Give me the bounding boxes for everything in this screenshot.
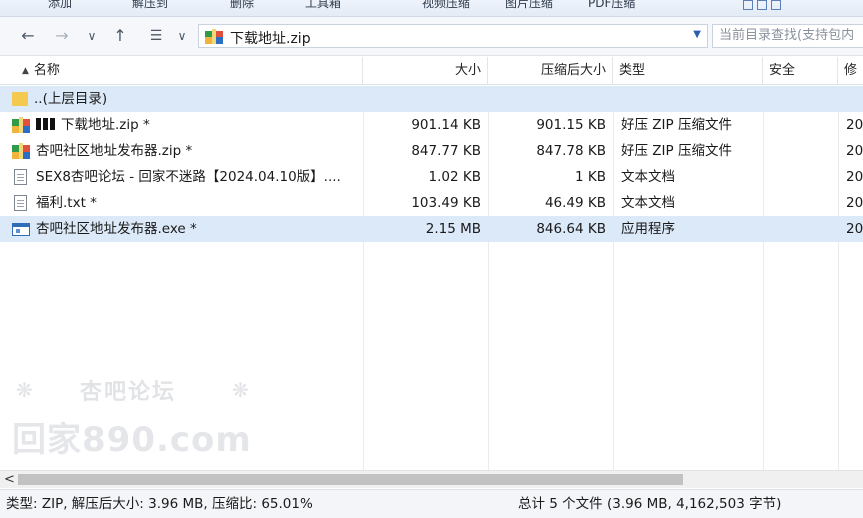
- file-size: 847.77 KB: [411, 143, 481, 159]
- redacted-text-blocks: [36, 112, 57, 138]
- main-toolbar: 添加 解压到 删除 工具箱 视频压缩 图片压缩 PDF压缩: [0, 0, 863, 17]
- sort-up-icon: ▲: [22, 66, 29, 76]
- search-input[interactable]: [719, 28, 863, 43]
- file-packed-size: 901.15 KB: [536, 117, 606, 133]
- column-packed-size[interactable]: 压缩后大小: [488, 57, 613, 85]
- path-dropdown-icon[interactable]: ▼: [693, 29, 701, 40]
- file-packed-size: 847.78 KB: [536, 143, 606, 159]
- file-name: 福利.txt *: [36, 195, 97, 211]
- file-name: 杏吧社区地址发布器.exe *: [36, 221, 197, 237]
- file-name-cell: 下载地址.zip *: [30, 112, 360, 138]
- text-file-icon: [14, 169, 27, 185]
- file-type: 好压 ZIP 压缩文件: [621, 117, 732, 133]
- horizontal-scrollbar[interactable]: <: [0, 470, 863, 488]
- file-packed-size: 46.49 KB: [544, 195, 606, 211]
- search-box[interactable]: [712, 24, 863, 48]
- file-row[interactable]: 杏吧社区地址发布器.zip * 847.77 KB 847.78 KB 好压 Z…: [0, 138, 863, 164]
- archive-info-text: 类型: ZIP, 解压后大小: 3.96 MB, 压缩比: 65.01%: [6, 496, 313, 512]
- view-mode-dropdown-icon[interactable]: ∨: [172, 26, 192, 46]
- file-name: 下载地址.zip *: [61, 117, 150, 133]
- toolbar-toolbox-button[interactable]: 工具箱: [305, 0, 341, 11]
- toolbar-image-compress-button[interactable]: 图片压缩: [505, 0, 553, 11]
- file-modified: 20: [846, 195, 863, 211]
- watermark: ❋ 杏吧论坛 ❋ 回家890.com: [10, 372, 280, 460]
- address-bar: ← → ∨ ↑ ☰ ∨ 下载地址.zip ▼: [0, 17, 863, 56]
- view-mode-icon[interactable]: ☰: [144, 26, 168, 46]
- column-name-label: 名称: [33, 63, 60, 78]
- file-name: 杏吧社区地址发布器.zip *: [36, 143, 193, 159]
- text-file-icon: [14, 195, 27, 211]
- file-packed-size: 1 KB: [575, 169, 606, 185]
- up-arrow-icon[interactable]: ↑: [110, 26, 130, 46]
- zip-archive-icon: [12, 117, 30, 133]
- file-name: ..(上层目录): [34, 91, 108, 107]
- file-modified: 20: [846, 169, 863, 185]
- column-size[interactable]: 大小: [363, 57, 488, 85]
- history-dropdown-icon[interactable]: ∨: [82, 26, 102, 46]
- toolbar-pdf-compress-button[interactable]: PDF压缩: [588, 0, 635, 11]
- file-type: 好压 ZIP 压缩文件: [621, 143, 732, 159]
- column-header: ▲ 名称 大小 压缩后大小 类型 安全 修: [0, 57, 863, 85]
- file-packed-size: 846.64 KB: [536, 221, 606, 237]
- column-security[interactable]: 安全: [763, 57, 838, 85]
- toolbar-add-button[interactable]: 添加: [48, 0, 72, 11]
- watermark-ornament-icon: ❋: [232, 378, 249, 402]
- scroll-left-arrow-icon[interactable]: <: [4, 472, 15, 487]
- file-name: SEX8杏吧论坛 - 回家不迷路【2024.04.10版】....: [36, 169, 341, 185]
- path-field[interactable]: 下载地址.zip ▼: [198, 24, 708, 48]
- toolbar-video-compress-button[interactable]: 视频压缩: [422, 0, 470, 11]
- forward-arrow-icon[interactable]: →: [52, 26, 72, 46]
- file-row[interactable]: SEX8杏吧论坛 - 回家不迷路【2024.04.10版】.... 1.02 K…: [0, 164, 863, 190]
- toolbar-delete-button[interactable]: 删除: [230, 0, 254, 11]
- parent-directory-row[interactable]: ..(上层目录): [0, 86, 863, 112]
- file-modified: 20: [846, 117, 863, 133]
- archive-manager-window: 添加 解压到 删除 工具箱 视频压缩 图片压缩 PDF压缩 ← → ∨ ↑ ☰ …: [0, 0, 863, 518]
- file-row[interactable]: 福利.txt * 103.49 KB 46.49 KB 文本文档 20: [0, 190, 863, 216]
- file-size: 2.15 MB: [425, 221, 481, 237]
- file-size: 103.49 KB: [411, 195, 481, 211]
- file-row[interactable]: 下载地址.zip * 901.14 KB 901.15 KB 好压 ZIP 压缩…: [0, 112, 863, 138]
- column-modified[interactable]: 修: [838, 57, 863, 85]
- watermark-line2: 回家890.com: [12, 420, 252, 460]
- watermark-line1: 杏吧论坛: [80, 379, 177, 405]
- file-row-selected[interactable]: 杏吧社区地址发布器.exe * 2.15 MB 846.64 KB 应用程序 2…: [0, 216, 863, 242]
- folder-icon: [12, 92, 28, 106]
- file-modified: 20: [846, 143, 863, 159]
- back-arrow-icon[interactable]: ←: [18, 26, 38, 46]
- file-type: 文本文档: [621, 169, 675, 185]
- toolbar-extra-controls[interactable]: [743, 0, 863, 12]
- status-bar: 类型: ZIP, 解压后大小: 3.96 MB, 压缩比: 65.01% 总计 …: [0, 489, 863, 518]
- total-summary-text: 总计 5 个文件 (3.96 MB, 4,162,503 字节): [518, 496, 782, 512]
- file-modified: 20: [846, 221, 863, 237]
- scroll-thumb[interactable]: [18, 474, 683, 485]
- file-type: 文本文档: [621, 195, 675, 211]
- zip-archive-icon: [12, 143, 30, 159]
- file-type: 应用程序: [621, 221, 675, 237]
- zip-archive-icon: [205, 29, 223, 44]
- column-name[interactable]: ▲ 名称: [0, 57, 363, 85]
- column-type[interactable]: 类型: [613, 57, 763, 85]
- file-size: 901.14 KB: [411, 117, 481, 133]
- toolbar-extract-button[interactable]: 解压到: [132, 0, 168, 11]
- executable-icon: [12, 223, 30, 236]
- path-text: 下载地址.zip: [230, 31, 311, 47]
- file-size: 1.02 KB: [428, 169, 481, 185]
- watermark-ornament-icon: ❋: [16, 378, 33, 402]
